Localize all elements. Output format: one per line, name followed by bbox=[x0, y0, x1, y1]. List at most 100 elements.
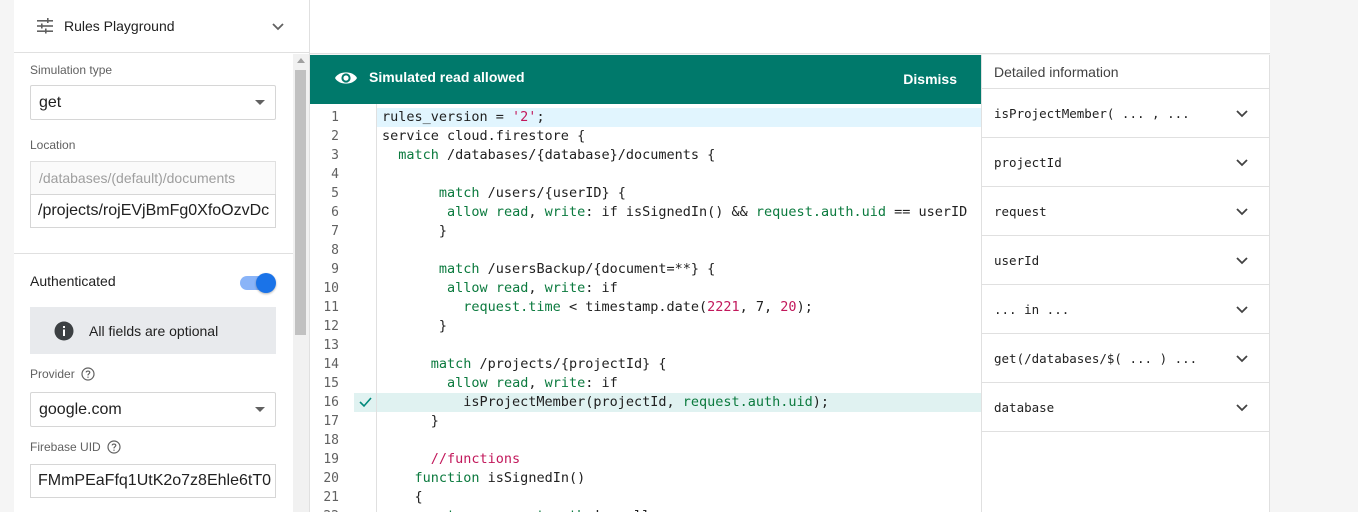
gutter-marker bbox=[354, 165, 376, 184]
code-line[interactable]: { bbox=[377, 488, 981, 507]
info-icon bbox=[54, 321, 74, 340]
chevron-down-icon[interactable] bbox=[1235, 305, 1249, 315]
check-icon bbox=[359, 397, 372, 408]
location-input[interactable]: /projects/rojEVjBmFg0XfoOzvDc bbox=[30, 194, 276, 228]
line-number: 9 bbox=[310, 260, 376, 279]
detailed-info-list: isProjectMember( ... , ... projectId reque… bbox=[982, 89, 1269, 432]
scrollbar-thumb[interactable] bbox=[295, 70, 306, 335]
code-line[interactable] bbox=[377, 431, 981, 450]
line-number: 6 bbox=[310, 203, 376, 222]
code-line[interactable] bbox=[377, 336, 981, 355]
chevron-down-icon[interactable] bbox=[1235, 403, 1249, 413]
scroll-up-arrow-icon[interactable] bbox=[297, 58, 305, 63]
line-number: 5 bbox=[310, 184, 376, 203]
line-number: 3 bbox=[310, 146, 376, 165]
code-line[interactable]: service cloud.firestore { bbox=[377, 127, 981, 146]
line-number: 2 bbox=[310, 127, 376, 146]
detail-item[interactable]: userId bbox=[982, 236, 1269, 285]
chevron-down-icon[interactable] bbox=[269, 17, 287, 35]
code-line[interactable]: } bbox=[377, 412, 981, 431]
chevron-down-icon[interactable] bbox=[1235, 354, 1249, 364]
dismiss-button[interactable]: Dismiss bbox=[903, 71, 957, 87]
simulation-type-value: get bbox=[39, 93, 62, 111]
code-line[interactable]: rules_version = '2'; bbox=[377, 108, 981, 127]
line-number: 4 bbox=[310, 165, 376, 184]
left-panel-scrollbar[interactable] bbox=[293, 54, 309, 512]
gutter-marker bbox=[354, 374, 376, 393]
divider bbox=[14, 253, 294, 254]
chevron-down-icon[interactable] bbox=[1235, 158, 1249, 168]
line-number-text: 5 bbox=[331, 186, 339, 201]
detail-item-label: userId bbox=[994, 253, 1040, 268]
detail-item-label: isProjectMember( ... , ... bbox=[994, 106, 1190, 121]
gutter-marker bbox=[354, 412, 376, 431]
rules-code-editor[interactable]: 12345678910111213141516171819202122 rule… bbox=[310, 104, 981, 512]
detail-item-label: ... in ... bbox=[994, 302, 1070, 317]
line-number: 7 bbox=[310, 222, 376, 241]
code-line[interactable]: match /users/{userID} { bbox=[377, 184, 981, 203]
detail-item[interactable]: ... in ... bbox=[982, 285, 1269, 334]
code-line[interactable]: } bbox=[377, 317, 981, 336]
code-line[interactable]: allow read, write: if bbox=[377, 279, 981, 298]
code-line[interactable]: match /usersBackup/{document=**} { bbox=[377, 260, 981, 279]
detailed-info-panel: Detailed information isProjectMember( ..… bbox=[981, 55, 1270, 512]
code-line[interactable]: return request.auth != null; bbox=[377, 507, 981, 512]
detailed-info-title: Detailed information bbox=[982, 55, 1269, 89]
rules-playground-app: Rules Playground Simulation type get Loc… bbox=[0, 0, 1358, 512]
line-number: 14 bbox=[310, 355, 376, 374]
location-label: Location bbox=[30, 138, 76, 152]
detail-item[interactable]: projectId bbox=[982, 138, 1269, 187]
info-box: All fields are optional bbox=[30, 307, 276, 354]
line-number: 22 bbox=[310, 507, 376, 512]
firebase-uid-input[interactable]: FMmPEaFfq1UtK2o7z8Ehle6tT0 bbox=[30, 464, 276, 498]
code-line[interactable]: request.time < timestamp.date(2221, 7, 2… bbox=[377, 298, 981, 317]
gutter-marker bbox=[354, 355, 376, 374]
chevron-down-icon[interactable] bbox=[1235, 256, 1249, 266]
detail-item[interactable]: isProjectMember( ... , ... bbox=[982, 89, 1269, 138]
code-line[interactable] bbox=[377, 241, 981, 260]
code-area[interactable]: rules_version = '2'; service cloud.firest… bbox=[376, 104, 981, 512]
chevron-down-icon[interactable] bbox=[1235, 207, 1249, 217]
code-line[interactable]: function isSignedIn() bbox=[377, 469, 981, 488]
code-line[interactable]: } bbox=[377, 222, 981, 241]
line-number: 16 bbox=[310, 393, 376, 412]
code-line[interactable]: allow read, write: if bbox=[377, 374, 981, 393]
gutter-marker bbox=[354, 260, 376, 279]
provider-value: google.com bbox=[39, 400, 122, 418]
code-line[interactable]: allow read, write: if isSignedIn() && re… bbox=[377, 203, 981, 222]
gutter-marker bbox=[354, 298, 376, 317]
detail-item[interactable]: request bbox=[982, 187, 1269, 236]
help-icon[interactable] bbox=[107, 440, 121, 454]
line-number-text: 6 bbox=[331, 205, 339, 220]
banner-text: Simulated read allowed bbox=[369, 69, 525, 85]
line-number-text: 17 bbox=[323, 414, 339, 429]
playground-body: Simulation type get Location /databases/… bbox=[14, 54, 294, 512]
line-number: 8 bbox=[310, 241, 376, 260]
authenticated-label: Authenticated bbox=[30, 273, 116, 289]
gutter-marker bbox=[354, 488, 376, 507]
gutter-marker bbox=[354, 317, 376, 336]
playground-header[interactable]: Rules Playground bbox=[14, 0, 309, 53]
simulation-type-select[interactable]: get bbox=[30, 85, 276, 120]
code-line[interactable]: isProjectMember(projectId, request.auth.… bbox=[377, 393, 981, 412]
line-number-text: 14 bbox=[323, 357, 339, 372]
line-number: 19 bbox=[310, 450, 376, 469]
eye-icon bbox=[335, 72, 357, 84]
gutter-marker bbox=[354, 203, 376, 222]
help-icon[interactable] bbox=[81, 367, 95, 381]
line-number-text: 19 bbox=[323, 452, 339, 467]
detail-item[interactable]: get(/databases/$( ... ) ... bbox=[982, 334, 1269, 383]
code-line[interactable]: match /projects/{projectId} { bbox=[377, 355, 981, 374]
info-text: All fields are optional bbox=[89, 322, 219, 339]
chevron-down-icon[interactable] bbox=[1235, 109, 1249, 119]
provider-label-text: Provider bbox=[30, 367, 75, 381]
code-line[interactable] bbox=[377, 165, 981, 184]
code-line[interactable]: match /databases/{database}/documents { bbox=[377, 146, 981, 165]
detail-item[interactable]: database bbox=[982, 383, 1269, 432]
authenticated-toggle[interactable] bbox=[240, 273, 276, 293]
provider-select[interactable]: google.com bbox=[30, 392, 276, 427]
code-line[interactable]: //functions bbox=[377, 450, 981, 469]
detail-item-label: request bbox=[994, 204, 1047, 219]
rules-playground-panel: Rules Playground Simulation type get Loc… bbox=[14, 0, 310, 512]
dropdown-arrow-icon bbox=[255, 100, 265, 105]
